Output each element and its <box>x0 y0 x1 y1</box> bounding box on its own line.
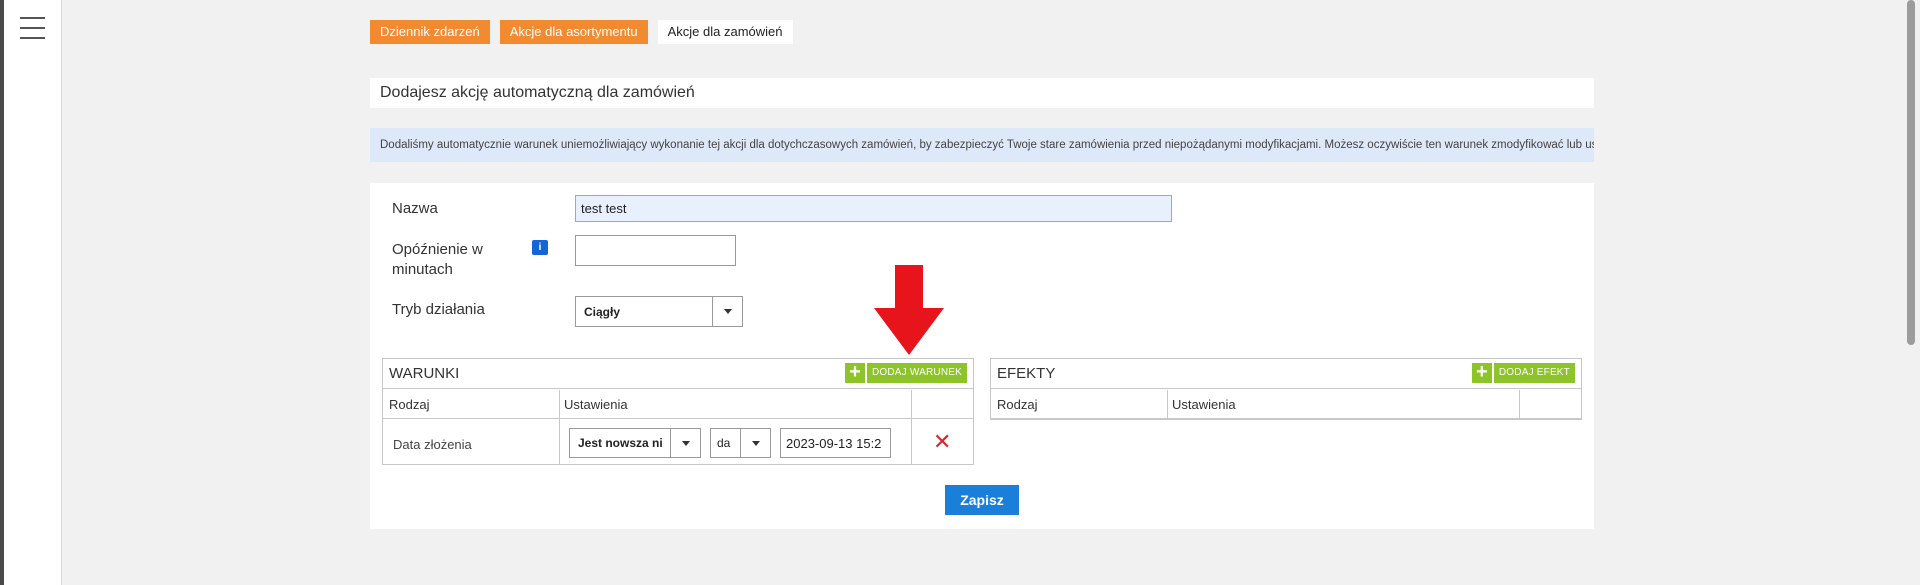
column-divider <box>1167 390 1168 420</box>
red-arrow-down-icon <box>874 265 944 355</box>
column-divider <box>1519 390 1520 420</box>
col-settings: Ustawienia <box>1172 397 1236 412</box>
info-icon[interactable]: i <box>532 240 548 255</box>
conditions-header: WARUNKI + DODAJ WARUNEK <box>383 359 973 389</box>
effects-column-headers: Rodzaj Ustawienia <box>991 389 1581 419</box>
column-divider <box>911 390 912 465</box>
mode-label: Tryb działania <box>392 301 485 318</box>
mode-select[interactable]: Ciągły <box>575 296 743 327</box>
page-title: Dodajesz akcję automatyczną dla zamówień <box>370 78 1594 108</box>
condition-unit-select[interactable]: da <box>710 428 771 458</box>
plus-icon: + <box>844 362 865 383</box>
name-input[interactable] <box>575 195 1172 222</box>
conditions-panel: WARUNKI + DODAJ WARUNEK Rodzaj Ustawieni… <box>382 358 974 465</box>
condition-type: Data złożenia <box>393 437 472 452</box>
info-message: Dodaliśmy automatycznie warunek uniemożl… <box>370 128 1594 162</box>
condition-operator-select[interactable]: Jest nowsza ni <box>569 428 701 458</box>
add-effect-button[interactable]: + DODAJ EFEKT <box>1471 362 1575 383</box>
name-label: Nazwa <box>392 200 438 217</box>
column-divider <box>559 390 560 465</box>
effects-panel: EFEKTY + DODAJ EFEKT Rodzaj Ustawienia <box>990 358 1582 420</box>
mode-select-value: Ciągły <box>584 304 621 319</box>
col-type: Rodzaj <box>389 397 430 412</box>
delay-input[interactable] <box>575 235 736 266</box>
sidebar <box>4 0 62 585</box>
scrollbar-thumb[interactable] <box>1907 0 1915 345</box>
plus-icon: + <box>1471 362 1492 383</box>
chevron-down-icon <box>740 429 770 457</box>
tab-product-actions[interactable]: Akcje dla asortymentu <box>499 20 648 44</box>
delay-label: Opóźnienie w minutach <box>392 240 483 280</box>
delay-label-line-1: Opóźnienie w <box>392 241 483 258</box>
condition-date-input[interactable] <box>780 428 891 458</box>
conditions-column-headers: Rodzaj Ustawienia <box>383 389 973 419</box>
effects-title: EFEKTY <box>997 365 1056 382</box>
add-condition-label: DODAJ WARUNEK <box>866 363 967 383</box>
delay-label-line-2: minutach <box>392 261 453 278</box>
effects-header: EFEKTY + DODAJ EFEKT <box>991 359 1581 389</box>
hamburger-menu-icon[interactable] <box>20 17 45 39</box>
save-button[interactable]: Zapisz <box>945 485 1019 515</box>
condition-operator-value: Jest nowsza ni <box>578 436 663 450</box>
add-effect-label: DODAJ EFEKT <box>1493 363 1575 383</box>
action-form: Nazwa Opóźnienie w minutach i Tryb dział… <box>370 183 1594 529</box>
delete-condition-icon[interactable]: ✕ <box>933 431 951 453</box>
col-type: Rodzaj <box>997 397 1038 412</box>
col-settings: Ustawienia <box>564 397 628 412</box>
tab-bar: Dziennik zdarzeń Akcje dla asortymentu A… <box>370 20 793 44</box>
conditions-title: WARUNKI <box>389 365 460 382</box>
tab-order-actions[interactable]: Akcje dla zamówień <box>657 20 793 44</box>
page-scrollbar[interactable] <box>1902 0 1920 585</box>
tab-event-log[interactable]: Dziennik zdarzeń <box>370 20 490 44</box>
chevron-down-icon <box>670 429 700 457</box>
chevron-down-icon <box>712 297 742 326</box>
add-condition-button[interactable]: + DODAJ WARUNEK <box>844 362 967 383</box>
condition-unit-value: da <box>717 436 731 450</box>
